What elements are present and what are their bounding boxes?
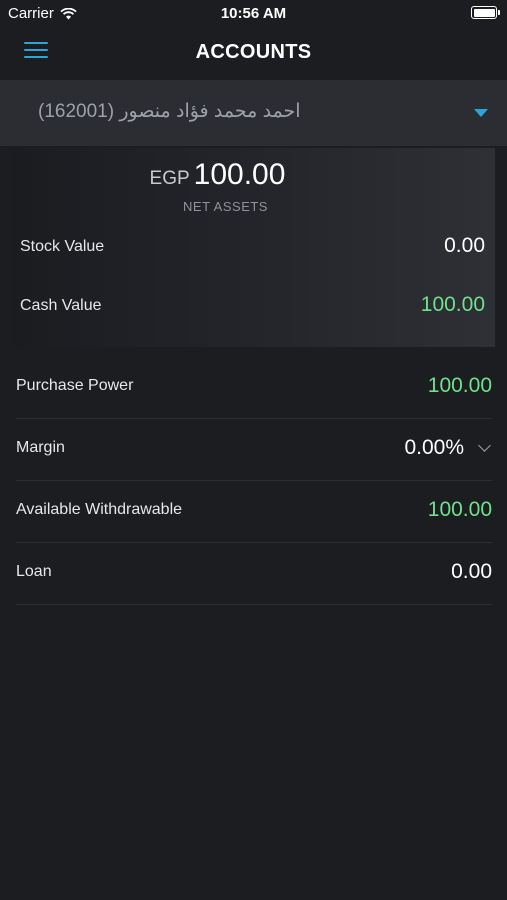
- available-withdrawable-row: Available Withdrawable 100.00: [16, 481, 492, 543]
- loan-row: Loan 0.00: [16, 543, 492, 605]
- net-assets-amount: EGP 100.00: [0, 158, 459, 192]
- loan-value: 0.00: [451, 560, 492, 583]
- chevron-down-icon[interactable]: [478, 439, 491, 452]
- currency-code: EGP: [149, 168, 190, 189]
- stock-value: 0.00: [444, 234, 485, 257]
- status-bar: Carrier 10:56 AM: [0, 0, 507, 28]
- purchase-power-label: Purchase Power: [16, 377, 134, 394]
- purchase-power-row: Purchase Power 100.00: [16, 357, 492, 419]
- battery-icon: [471, 6, 500, 19]
- available-withdrawable-label: Available Withdrawable: [16, 501, 183, 518]
- clock: 10:56 AM: [220, 5, 287, 22]
- stock-value-label: Stock Value: [20, 238, 105, 255]
- cash-value-row: Cash Value 100.00: [20, 293, 485, 323]
- navigation-bar: ACCOUNTS: [0, 28, 507, 78]
- available-withdrawable-value: 100.00: [427, 498, 492, 521]
- caret-down-icon[interactable]: [474, 109, 488, 117]
- account-details-list: Purchase Power 100.00 Margin 0.00% Avail…: [0, 357, 507, 605]
- account-selector[interactable]: احمد محمد فؤاد منصور (162001): [0, 80, 507, 146]
- loan-label: Loan: [16, 563, 52, 580]
- margin-row[interactable]: Margin 0.00%: [16, 419, 492, 481]
- net-assets-value: 100.00: [193, 158, 286, 191]
- stock-value-row: Stock Value 0.00: [20, 234, 485, 264]
- account-name: احمد محمد فؤاد منصور (162001): [38, 101, 301, 122]
- cash-value-label: Cash Value: [20, 297, 102, 314]
- net-assets-card: EGP 100.00 NET ASSETS Stock Value 0.00 Ca…: [12, 148, 495, 347]
- net-assets-label: NET ASSETS: [183, 199, 268, 214]
- margin-value: 0.00%: [404, 436, 464, 459]
- cash-value: 100.00: [420, 293, 485, 316]
- margin-label: Margin: [16, 439, 65, 456]
- purchase-power-value: 100.00: [427, 374, 492, 397]
- page-title: ACCOUNTS: [195, 41, 312, 63]
